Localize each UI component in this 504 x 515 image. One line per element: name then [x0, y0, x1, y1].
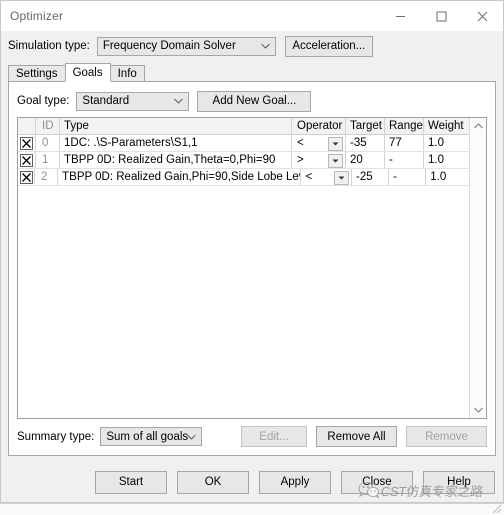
simulation-type-select[interactable]: Frequency Domain Solver [96, 36, 276, 56]
dialog-content: Simulation type: Frequency Domain Solver… [1, 31, 503, 462]
tab-bar: Settings Goals Info [8, 63, 496, 82]
tab-settings[interactable]: Settings [8, 65, 66, 82]
summary-row: Summary type: Sum of all goals Edit... R… [17, 423, 487, 450]
column-header-range[interactable]: Range [385, 118, 424, 134]
column-header-weight[interactable]: Weight [424, 118, 469, 134]
row-enable-checkbox[interactable] [18, 152, 36, 168]
cell-target: 20 [346, 152, 385, 168]
table-vertical-scrollbar[interactable] [469, 118, 486, 418]
scroll-down-icon[interactable] [470, 402, 486, 418]
tab-info[interactable]: Info [109, 65, 145, 82]
goal-type-value: Standard [82, 95, 130, 107]
goals-tab-panel: Goal type: Standard Add New Goal... ID T… [8, 81, 496, 456]
title-bar: Optimizer [1, 1, 503, 31]
window-controls [380, 1, 503, 31]
help-button[interactable]: Help [423, 470, 495, 494]
cell-type: TBPP 0D: Realized Gain,Phi=90,Side Lobe … [58, 169, 301, 185]
cell-operator-value: < [297, 137, 304, 149]
add-new-goal-button[interactable]: Add New Goal... [197, 90, 312, 112]
cell-type: 1DC: .\S-Parameters\S1,1 [60, 135, 292, 151]
chevron-down-icon [187, 434, 197, 440]
summary-type-label: Summary type: [17, 430, 95, 443]
cell-operator[interactable]: > [292, 152, 346, 168]
background-page-bleed [0, 503, 504, 515]
table-header-row: ID Type Operator Target Range Weight [18, 118, 469, 135]
chevron-down-icon[interactable] [328, 137, 343, 151]
chevron-down-icon [260, 43, 270, 49]
cell-weight: 1.0 [430, 171, 447, 183]
scroll-up-icon[interactable] [470, 118, 486, 134]
cell-id: 2 [35, 169, 59, 185]
cell-operator[interactable]: < [292, 135, 346, 151]
cell-weight: 1.0 [428, 154, 444, 166]
cell-operator-value: > [297, 154, 304, 166]
remove-button[interactable]: Remove [406, 426, 487, 447]
cell-target: -35 [346, 135, 385, 151]
cell-operator[interactable]: < [301, 169, 352, 185]
summary-type-value: Sum of all goals [106, 430, 189, 443]
dialog-button-bar: Start OK Apply Close Help [1, 462, 503, 502]
goals-table-body: ID Type Operator Target Range Weight 0 1… [18, 118, 469, 418]
column-header-target[interactable]: Target [346, 118, 385, 134]
cell-id: 1 [36, 152, 60, 168]
apply-button[interactable]: Apply [259, 470, 331, 494]
simulation-type-row: Simulation type: Frequency Domain Solver… [8, 33, 496, 59]
cell-type: TBPP 0D: Realized Gain,Theta=0,Phi=90 [60, 152, 292, 168]
table-row[interactable]: 0 1DC: .\S-Parameters\S1,1 < -35 77 1.0 [18, 135, 469, 152]
checkbox-checked-icon [20, 153, 33, 167]
resize-grip-icon[interactable] [490, 503, 502, 514]
acceleration-button[interactable]: Acceleration... [284, 35, 373, 57]
checkbox-checked-icon [20, 136, 33, 150]
goals-table: ID Type Operator Target Range Weight 0 1… [17, 117, 487, 419]
column-header-id[interactable]: ID [36, 118, 60, 134]
simulation-type-value: Frequency Domain Solver [102, 40, 236, 52]
column-header-operator[interactable]: Operator [292, 118, 346, 134]
goal-type-label: Goal type: [17, 95, 70, 107]
close-icon[interactable] [462, 1, 503, 31]
chevron-down-icon [174, 98, 184, 104]
cell-range: - [385, 152, 424, 168]
cell-operator-value: < [305, 171, 313, 183]
chevron-down-icon[interactable] [334, 171, 349, 185]
optimizer-dialog: Optimizer Simulation type: Frequency Dom… [0, 0, 504, 503]
table-row[interactable]: 2 TBPP 0D: Realized Gain,Phi=90,Side Lob… [18, 169, 469, 186]
goal-type-row: Goal type: Standard Add New Goal... [17, 89, 487, 113]
cell-target: -25 [352, 169, 390, 185]
window-title: Optimizer [10, 9, 64, 23]
tab-goals[interactable]: Goals [64, 63, 111, 82]
cell-range: 77 [385, 135, 424, 151]
ok-button[interactable]: OK [177, 470, 249, 494]
table-row[interactable]: 1 TBPP 0D: Realized Gain,Theta=0,Phi=90 … [18, 152, 469, 169]
row-enable-checkbox[interactable] [18, 135, 36, 151]
minimize-icon[interactable] [380, 1, 421, 31]
cell-range: - [389, 169, 427, 185]
cell-id: 0 [36, 135, 60, 151]
column-header-type[interactable]: Type [60, 118, 292, 134]
simulation-type-label: Simulation type: [8, 40, 90, 52]
column-header-check [18, 118, 36, 134]
summary-type-select[interactable]: Sum of all goals [100, 427, 203, 446]
row-enable-checkbox[interactable] [18, 169, 36, 185]
chevron-down-icon[interactable] [328, 154, 343, 168]
close-button[interactable]: Close [341, 470, 413, 494]
checkbox-checked-icon [19, 170, 33, 184]
edit-button[interactable]: Edit... [241, 426, 307, 447]
goal-type-select[interactable]: Standard [76, 91, 190, 111]
maximize-icon[interactable] [421, 1, 462, 31]
start-button[interactable]: Start [95, 470, 167, 494]
cell-weight: 1.0 [428, 137, 444, 149]
remove-all-button[interactable]: Remove All [316, 426, 397, 447]
